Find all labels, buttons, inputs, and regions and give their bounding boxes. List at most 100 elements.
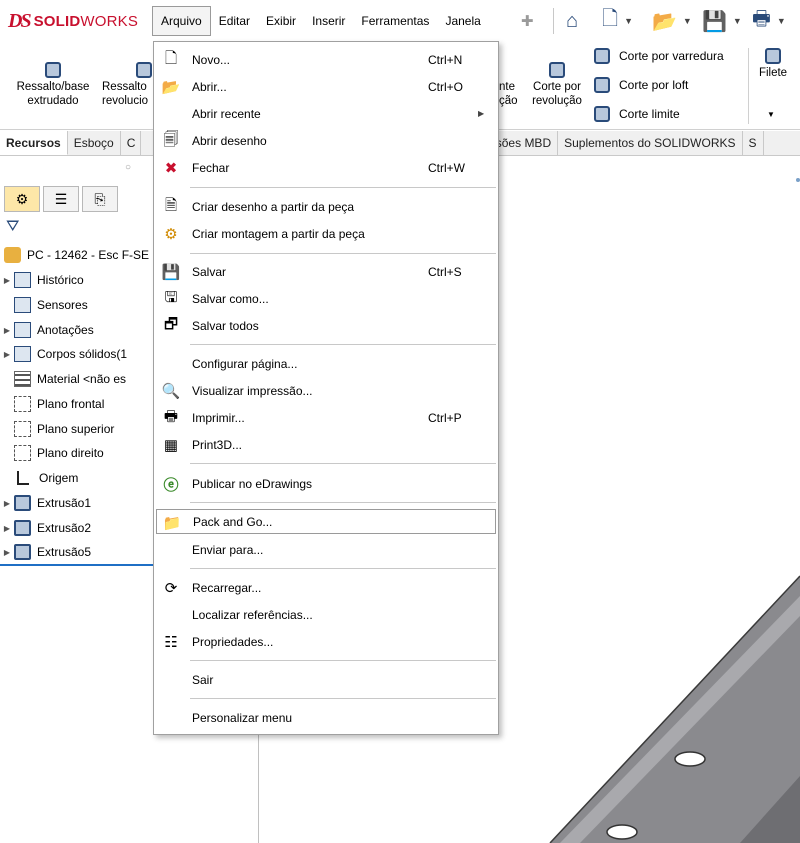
menu-item-enviar-para[interactable]: Enviar para...	[156, 537, 496, 562]
tree-root[interactable]: PC - 12462 - Esc F-SE	[4, 244, 149, 266]
chevron-down-icon[interactable]: ▼	[733, 16, 742, 26]
menu-item-localizar-referencias[interactable]: Localizar referências...	[156, 602, 496, 627]
plane-icon	[14, 445, 31, 461]
tab-s[interactable]: S	[743, 131, 764, 155]
tab-c[interactable]: C	[121, 131, 141, 155]
menu-item-salvar[interactable]: 💾 Salvar Ctrl+S	[156, 259, 496, 284]
hole-icon	[674, 751, 706, 767]
new-icon: 🗋	[164, 49, 178, 67]
tree-item-historico[interactable]: ▶ Histórico	[0, 269, 84, 291]
menu-exibir[interactable]: Exibir	[258, 6, 304, 36]
chevron-down-icon[interactable]: ▼	[766, 108, 776, 122]
menu-arquivo[interactable]: Arquivo	[152, 6, 211, 36]
menu-separator	[190, 660, 496, 661]
chevron-down-icon[interactable]: ▼	[777, 16, 786, 26]
home-icon[interactable]: ⌂	[566, 8, 578, 34]
save-icon[interactable]: 💾 ▼	[702, 8, 742, 34]
origin-icon	[17, 471, 29, 485]
menu-separator	[190, 253, 496, 254]
lofted-cut-icon	[594, 77, 610, 93]
save-as-icon: 🖫	[164, 288, 178, 306]
submenu-arrow-icon: ▶	[478, 109, 485, 118]
tree-item-plano-frontal[interactable]: Plano frontal	[0, 393, 104, 415]
print-icon[interactable]: 🖶 ▼	[752, 8, 786, 34]
tree-item-extrusao1[interactable]: ▶ Extrusão1	[0, 492, 91, 514]
print-icon: 🖶	[163, 407, 179, 425]
property-manager-tab-icon[interactable]: ☰	[43, 186, 79, 212]
menu-ferramentas[interactable]: Ferramentas	[353, 6, 437, 36]
panel-splitter-handle[interactable]: ○	[125, 162, 131, 173]
save-all-icon: 🗗	[163, 315, 179, 333]
swept-cut-button[interactable]: Corte por varredura	[594, 48, 724, 64]
chevron-down-icon[interactable]: ▼	[624, 16, 633, 26]
menu-item-imprimir[interactable]: 🖶 Imprimir... Ctrl+P	[156, 405, 496, 430]
menu-item-abrir-recente[interactable]: Abrir recente ▶	[156, 101, 496, 126]
menu-item-criar-desenho[interactable]: 🗎 Criar desenho a partir da peça	[156, 194, 496, 219]
revolve-boss-button[interactable]: Ressalto revolucio	[102, 48, 156, 108]
cut-button-partial[interactable]: nte ção	[499, 66, 521, 108]
menu-separator	[190, 502, 496, 503]
menu-item-criar-montagem[interactable]: ⚙ Criar montagem a partir da peça	[156, 221, 496, 246]
menu-item-salvar-todos[interactable]: 🗗 Salvar todos	[156, 313, 496, 338]
expand-arrow-icon[interactable]: ▶	[0, 276, 14, 285]
tree-item-extrusao2[interactable]: ▶ Extrusão2	[0, 517, 91, 539]
open-icon[interactable]: 📂 ▼	[652, 8, 692, 34]
save-icon: 💾	[161, 264, 181, 281]
configuration-manager-tab-icon[interactable]: ⎘	[82, 186, 118, 212]
menu-item-sair[interactable]: Sair	[156, 667, 496, 692]
expand-arrow-icon[interactable]: ▶	[0, 524, 14, 533]
lofted-cut-button[interactable]: Corte por loft	[594, 77, 688, 93]
menu-item-pack-and-go[interactable]: 📁 Pack and Go...	[156, 509, 496, 534]
tree-item-plano-direito[interactable]: Plano direito	[0, 442, 104, 464]
brand-name: SOLIDWORKS	[33, 12, 139, 30]
solidworks-logo[interactable]: DS SOLIDWORKS	[8, 10, 138, 32]
new-document-icon[interactable]: 🗋 ▼	[602, 8, 633, 34]
tree-item-material[interactable]: Material <não es	[0, 368, 126, 390]
chevron-down-icon[interactable]: ▼	[683, 16, 692, 26]
filter-icon[interactable]: ⛛	[6, 218, 19, 236]
sensor-icon	[14, 297, 31, 313]
menu-item-abrir[interactable]: 📂 Abrir... Ctrl+O	[156, 74, 496, 99]
tree-item-origem[interactable]: Origem	[0, 467, 78, 489]
menu-item-fechar[interactable]: ✖ Fechar Ctrl+W	[156, 155, 496, 180]
print-preview-icon: 🔍	[161, 383, 181, 400]
extrude-boss-button[interactable]: Ressalto/base extrudado	[8, 48, 98, 108]
tree-item-plano-superior[interactable]: Plano superior	[0, 418, 114, 440]
menu-item-configurar-pagina[interactable]: Configurar página...	[156, 351, 496, 376]
menu-item-print3d[interactable]: ▦ Print3D...	[156, 432, 496, 457]
boundary-cut-button[interactable]: Corte limite	[594, 106, 680, 122]
tree-item-extrusao5[interactable]: ▶ Extrusão5	[0, 541, 91, 563]
menu-item-salvar-como[interactable]: 🖫 Salvar como...	[156, 286, 496, 311]
material-icon	[14, 371, 31, 387]
menu-janela[interactable]: Janela	[437, 6, 488, 36]
tab-solidworks-addins[interactable]: Suplementos do SOLIDWORKS	[558, 131, 743, 155]
tab-recursos[interactable]: Recursos	[0, 131, 68, 155]
expand-arrow-icon[interactable]: ▶	[0, 326, 14, 335]
expand-arrow-icon[interactable]: ▶	[0, 548, 14, 557]
fillet-icon	[765, 48, 781, 64]
menu-item-publicar-edrawings[interactable]: ⓔ Publicar no eDrawings	[156, 471, 496, 496]
feature-manager-tab-icon[interactable]: ⚙	[4, 186, 40, 212]
menu-item-propriedades[interactable]: ☷ Propriedades...	[156, 629, 496, 654]
menu-editar[interactable]: Editar	[211, 6, 258, 36]
tab-esboco[interactable]: Esboço	[68, 131, 121, 155]
tree-item-corpos-solidos[interactable]: ▶ Corpos sólidos(1	[0, 343, 127, 365]
ribbon-separator	[748, 48, 749, 124]
revolve-boss-icon	[136, 62, 152, 78]
menu-item-visualizar-impressao[interactable]: 🔍 Visualizar impressão...	[156, 378, 496, 403]
menu-inserir[interactable]: Inserir	[304, 6, 353, 36]
open-icon: 📂	[161, 79, 181, 96]
expand-arrow-icon[interactable]: ▶	[0, 350, 14, 359]
menu-item-novo[interactable]: 🗋 Novo... Ctrl+N	[156, 47, 496, 72]
revolved-cut-button[interactable]: Corte por revolução	[525, 48, 589, 108]
tree-item-anotacoes[interactable]: ▶ Anotações	[0, 319, 94, 341]
menu-item-recarregar[interactable]: ⟳ Recarregar...	[156, 575, 496, 600]
expand-arrow-icon[interactable]: ▶	[0, 499, 14, 508]
menu-item-abrir-desenho[interactable]: 🗐 Abrir desenho	[156, 128, 496, 153]
pin-icon[interactable]: ✚	[521, 12, 534, 30]
menu-item-personalizar-menu[interactable]: Personalizar menu	[156, 705, 496, 730]
pack-and-go-icon: 📁	[162, 515, 182, 532]
annotation-icon	[14, 322, 31, 338]
fillet-button[interactable]: Filete	[754, 48, 792, 80]
tree-item-sensores[interactable]: Sensores	[0, 294, 88, 316]
